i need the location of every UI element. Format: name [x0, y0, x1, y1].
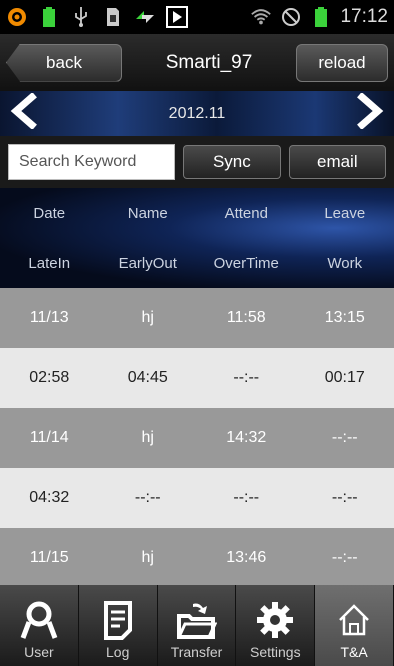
- table-cell: 11:58: [226, 309, 266, 326]
- column-header: LateIn: [28, 254, 71, 272]
- column-header: EarlyOut: [118, 254, 177, 272]
- table-cell: 13:46: [226, 549, 267, 566]
- tab-bar: User Log Transfer Settings T&A: [0, 585, 394, 666]
- table-cell: 13:15: [324, 309, 365, 326]
- play-store-icon: [166, 6, 188, 28]
- column-header: Leave: [324, 204, 366, 222]
- records-list[interactable]: 11/13 hj 11:58 13:15 02:58 04:45 --:-- 0…: [0, 288, 394, 585]
- table-cell: 02:58: [29, 369, 70, 386]
- tab-label: Settings: [249, 644, 301, 660]
- table-cell: 04:32: [29, 489, 70, 506]
- user-icon: [20, 601, 58, 639]
- table-cell: --:--: [134, 489, 161, 506]
- gear-icon: [257, 602, 294, 638]
- table-cell: --:--: [331, 549, 358, 566]
- tab-label: Transfer: [170, 644, 223, 660]
- column-header: OverTime: [213, 254, 279, 272]
- status-bar: 17:12: [0, 0, 394, 34]
- column-header: Attend: [224, 204, 268, 222]
- reload-button[interactable]: reload: [295, 43, 388, 82]
- log-icon: [103, 601, 132, 640]
- table-row[interactable]: 11/13 hj 11:58 13:15: [0, 288, 394, 348]
- title-bar: back Smarti_97 reload: [0, 34, 394, 91]
- tab-transfer[interactable]: Transfer: [158, 585, 237, 666]
- chevron-left-icon[interactable]: [8, 92, 38, 134]
- column-header: Date: [33, 204, 66, 222]
- tab-settings[interactable]: Settings: [236, 585, 316, 666]
- tab-log[interactable]: Log: [79, 585, 158, 666]
- table-cell: --:--: [331, 429, 358, 446]
- table-cell: 11/14: [29, 429, 69, 446]
- wifi-icon: [250, 6, 272, 28]
- battery-icon: [310, 6, 332, 28]
- page-title: Smarti_97: [165, 51, 253, 73]
- table-row[interactable]: 11/15 hj 13:46 --:--: [0, 528, 394, 585]
- table-cell: 00:17: [324, 369, 365, 386]
- table-cell: 14:32: [226, 429, 267, 446]
- table-cell: hj: [141, 549, 154, 566]
- action-bar: Search Keyword Sync email: [0, 136, 394, 188]
- battery-100-icon: [38, 6, 60, 28]
- table-cell: 11/15: [29, 549, 69, 566]
- current-month: 2012.11: [168, 104, 226, 122]
- header-row: LateIn EarlyOut OverTime Work: [0, 238, 394, 288]
- tab-label: T&A: [340, 644, 368, 660]
- tab-user[interactable]: User: [0, 585, 79, 666]
- transfer-folder-icon: [177, 603, 218, 639]
- header-row: Date Name Attend Leave: [0, 188, 394, 238]
- table-cell: hj: [141, 309, 154, 326]
- tab-label: Log: [106, 644, 130, 660]
- search-input[interactable]: Search Keyword: [8, 144, 176, 180]
- table-cell: hj: [141, 429, 154, 446]
- usb-icon: [70, 6, 92, 28]
- table-row[interactable]: 04:32 --:-- --:-- --:--: [0, 468, 394, 528]
- back-button[interactable]: back: [6, 43, 122, 82]
- column-header: Work: [327, 254, 363, 272]
- table-row[interactable]: 11/14 hj 14:32 --:--: [0, 408, 394, 468]
- do-not-disturb-icon: [280, 6, 302, 28]
- table-cell: 11/13: [29, 309, 69, 326]
- chevron-right-icon[interactable]: [356, 92, 386, 134]
- table-row[interactable]: 02:58 04:45 --:-- 00:17: [0, 348, 394, 408]
- sim-icon: [102, 6, 124, 28]
- transfer-icon: [134, 6, 156, 28]
- app-icon: [6, 6, 28, 28]
- column-header: Name: [127, 204, 168, 222]
- email-button[interactable]: email: [288, 145, 387, 179]
- table-cell: --:--: [233, 369, 260, 386]
- sync-button[interactable]: Sync: [183, 145, 281, 179]
- table-cell: 04:45: [127, 369, 168, 386]
- clock: 17:12: [340, 6, 388, 27]
- table-cell: --:--: [331, 489, 358, 506]
- table-cell: --:--: [233, 489, 260, 506]
- month-navigator: 2012.11: [0, 91, 394, 136]
- table-header: Date Name Attend Leave LateIn EarlyOut O…: [0, 188, 394, 288]
- tab-ta[interactable]: T&A: [315, 585, 394, 666]
- home-icon: [339, 604, 369, 636]
- tab-label: User: [24, 644, 54, 660]
